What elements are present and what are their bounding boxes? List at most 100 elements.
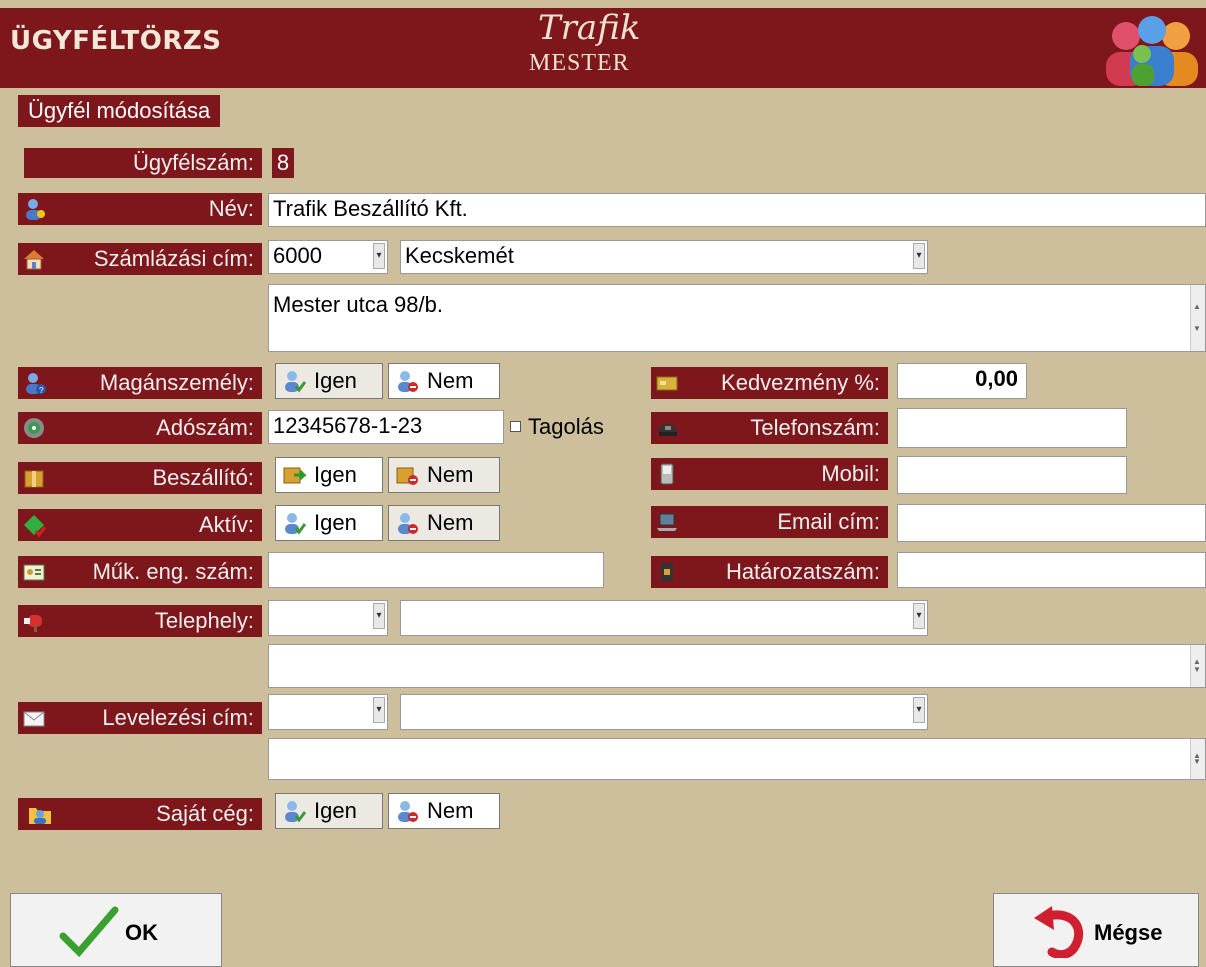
undo-arrow-icon xyxy=(1034,906,1084,958)
own-company-no-button[interactable]: Nem xyxy=(388,793,500,829)
email-label-text: Email cím: xyxy=(777,509,880,534)
active-yes-button[interactable]: Igen xyxy=(275,505,383,541)
billing-address-label: Számlázási cím: xyxy=(18,243,262,275)
phone-label-text: Telefonszám: xyxy=(750,415,880,440)
cancel-label: Mégse xyxy=(1094,920,1163,945)
yes-label: Igen xyxy=(314,462,357,487)
license-label: Műk. eng. szám: xyxy=(18,556,262,588)
envelope-icon xyxy=(23,711,45,727)
decision-number-field[interactable] xyxy=(897,552,1206,588)
site-zip-combo[interactable]: ▾ xyxy=(268,600,388,636)
chevron-down-icon[interactable]: ▾ xyxy=(913,697,925,723)
active-label-text: Aktív: xyxy=(198,512,254,537)
tax-number-field[interactable]: 12345678-1-23 xyxy=(268,410,504,444)
tax-number-label-text: Adószám: xyxy=(156,415,254,440)
license-field[interactable] xyxy=(268,552,604,588)
customer-number-label: Ügyfélszám: xyxy=(24,148,262,178)
person-icon xyxy=(26,199,45,220)
phone-icon xyxy=(658,424,677,436)
ok-button[interactable]: OK xyxy=(10,893,222,967)
eye-icon xyxy=(24,418,44,438)
house-icon xyxy=(24,250,44,270)
billing-zip-value: 6000 xyxy=(273,243,322,268)
section-title: Ügyfél módosítása xyxy=(18,95,221,127)
laptop-icon xyxy=(657,513,677,531)
discount-field[interactable]: 0,00 xyxy=(897,363,1027,399)
site-street-field[interactable]: ▲ ▼ xyxy=(268,644,1206,688)
supplier-label: Beszállító: xyxy=(18,462,262,494)
name-label-text: Név: xyxy=(208,196,254,221)
card-icon xyxy=(656,376,678,391)
email-field[interactable] xyxy=(897,504,1206,542)
chevron-down-icon[interactable]: ▾ xyxy=(913,603,925,629)
decision-number-label-text: Határozatszám: xyxy=(725,559,880,584)
person-block-icon xyxy=(398,801,418,822)
no-label: Nem xyxy=(427,462,474,487)
person-block-icon xyxy=(398,513,418,534)
active-label: Aktív: xyxy=(18,509,262,541)
logo-subtext: MESTER xyxy=(529,50,630,76)
own-company-yes-button[interactable]: Igen xyxy=(275,793,383,829)
logo-text: Trafik xyxy=(538,8,641,48)
license-label-text: Műk. eng. szám: xyxy=(92,559,254,584)
page-title: ÜGYFÉLTÖRZS xyxy=(10,26,222,56)
billing-zip-combo[interactable]: 6000 ▾ xyxy=(268,240,388,274)
billing-street-value: Mester utca 98/b. xyxy=(273,292,443,317)
certificate-icon xyxy=(23,564,45,581)
phone-field[interactable] xyxy=(897,408,1127,448)
supplier-no-button[interactable]: Nem xyxy=(388,457,500,493)
scrollbar[interactable]: ▲ ▼ xyxy=(1190,739,1205,779)
scrollbar[interactable]: ▲ ▼ xyxy=(1190,645,1205,687)
svg-text:?: ? xyxy=(39,386,44,395)
discount-label-text: Kedvezmény %: xyxy=(721,370,880,395)
no-label: Nem xyxy=(427,368,474,393)
billing-street-field[interactable]: Mester utca 98/b. ▲ ▼ xyxy=(268,284,1206,352)
mail-street-field[interactable]: ▲ ▼ xyxy=(268,738,1206,780)
billing-city-combo[interactable]: Kecskemét ▾ xyxy=(400,240,928,274)
person-check-icon xyxy=(285,371,306,393)
mail-zip-combo[interactable]: ▾ xyxy=(268,694,388,730)
yes-label: Igen xyxy=(314,798,357,823)
own-company-label-text: Saját cég: xyxy=(156,801,254,826)
mobile-field[interactable] xyxy=(897,456,1127,494)
private-person-no-button[interactable]: Nem xyxy=(388,363,500,399)
tax-number-label: Adószám: xyxy=(18,412,262,444)
email-label: Email cím: xyxy=(651,506,888,538)
person-question-icon: ? xyxy=(26,373,46,395)
checkmark-icon xyxy=(59,906,119,958)
mobile-label-text: Mobil: xyxy=(821,461,880,486)
supplier-yes-button[interactable]: Igen xyxy=(275,457,383,493)
person-block-icon xyxy=(398,371,418,392)
active-no-button[interactable]: Nem xyxy=(388,505,500,541)
chevron-down-icon[interactable]: ▾ xyxy=(373,603,385,629)
mailing-address-label: Levelezési cím: xyxy=(18,702,262,734)
ok-label: OK xyxy=(125,920,158,945)
mailbox-icon xyxy=(24,615,42,632)
box-block-icon xyxy=(396,467,418,485)
private-person-label-text: Magánszemély: xyxy=(99,370,254,395)
chevron-down-icon[interactable]: ▾ xyxy=(373,697,385,723)
scrollbar[interactable]: ▲ ▼ xyxy=(1190,285,1205,351)
box-icon xyxy=(24,470,44,488)
segmentation-checkbox[interactable] xyxy=(510,421,521,432)
mail-city-combo[interactable]: ▾ xyxy=(400,694,928,730)
mobile-phone-icon xyxy=(660,463,674,485)
site-label-text: Telephely: xyxy=(154,608,254,633)
cancel-button[interactable]: Mégse xyxy=(993,893,1199,967)
own-company-label: Saját cég: xyxy=(18,798,262,830)
site-label: Telephely: xyxy=(18,605,262,637)
billing-address-label-text: Számlázási cím: xyxy=(93,246,254,271)
name-field[interactable]: Trafik Beszállító Kft. xyxy=(268,193,1206,227)
chevron-down-icon[interactable]: ▾ xyxy=(913,243,925,269)
customer-number-value: 8 xyxy=(272,148,294,178)
decision-number-label: Határozatszám: xyxy=(651,556,888,588)
yes-label: Igen xyxy=(314,510,357,535)
chevron-down-icon[interactable]: ▾ xyxy=(373,243,385,269)
site-city-combo[interactable]: ▾ xyxy=(400,600,928,636)
yes-label: Igen xyxy=(314,368,357,393)
supplier-label-text: Beszállító: xyxy=(152,465,255,490)
name-label: Név: xyxy=(18,193,262,225)
billing-city-value: Kecskemét xyxy=(405,243,514,268)
private-person-yes-button[interactable]: Igen xyxy=(275,363,383,399)
mailing-address-label-text: Levelezési cím: xyxy=(102,705,254,730)
